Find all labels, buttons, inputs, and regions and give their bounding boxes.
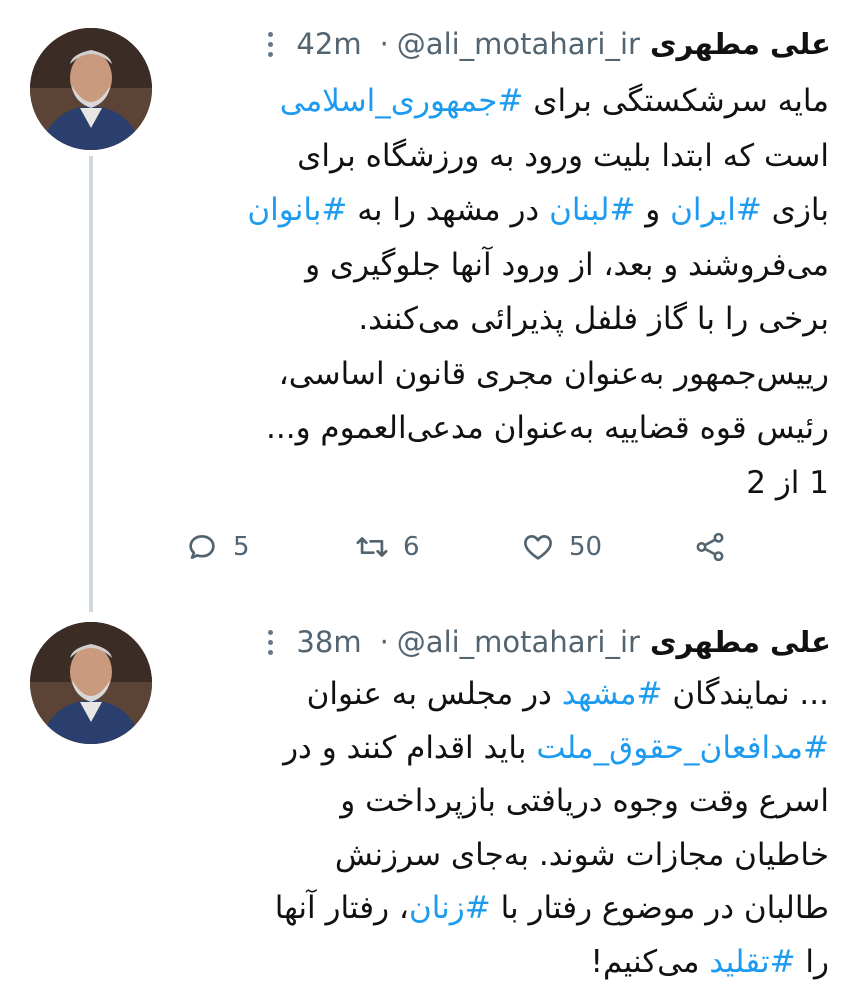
reply-button[interactable]: 5 bbox=[185, 530, 250, 564]
thread-connector bbox=[89, 156, 93, 612]
more-vertical-icon[interactable] bbox=[258, 629, 282, 655]
text-segment: را bbox=[795, 943, 829, 980]
tweet-text-line: #مدافعان_حقوق_ملت باید اقدام کنند و در bbox=[185, 722, 829, 776]
share-icon bbox=[696, 532, 724, 562]
tweet-text-line: رئیس قوه قضاییه به‌عنوان مدعی‌العموم و..… bbox=[185, 401, 829, 456]
hashtag-link[interactable]: #جمهوری_اسلامی bbox=[280, 83, 524, 119]
tweet-text-line: می‌فروشند و بعد، از ورود آنها جلوگیری و bbox=[185, 238, 829, 293]
tweet-1[interactable]: 42m · @ali_motahari_ir علی مطهری مایه سر… bbox=[0, 0, 861, 612]
text-segment: در مجلس به عنوان bbox=[306, 676, 562, 712]
text-segment: می‌کنیم! bbox=[590, 943, 710, 980]
text-segment: و bbox=[635, 192, 671, 228]
text-segment: بازی bbox=[761, 192, 829, 228]
retweet-count: 6 bbox=[403, 532, 420, 562]
avatar-photo bbox=[30, 28, 152, 150]
text-segment: برخی را با گاز فلفل پذیرائی می‌کنند. bbox=[358, 301, 829, 337]
tweet-text-line: ... نمایندگان #مشهد در مجلس به عنوان bbox=[185, 668, 829, 722]
like-count: 50 bbox=[569, 532, 603, 562]
text-segment: باید اقدام کنند و در bbox=[283, 729, 537, 766]
tweet-actions: 5 6 50 bbox=[185, 522, 745, 572]
text-segment: طالبان در موضوع رفتار با bbox=[490, 890, 829, 926]
text-segment: می‌فروشند و بعد، از ورود آنها جلوگیری و bbox=[305, 246, 829, 283]
reply-count: 5 bbox=[233, 532, 250, 562]
hashtag-link[interactable]: #ایران bbox=[670, 192, 762, 228]
tweet-text-line: را #تقلید می‌کنیم! bbox=[185, 936, 829, 990]
more-vertical-icon[interactable] bbox=[258, 31, 282, 57]
hashtag-link[interactable]: #تقلید bbox=[709, 944, 795, 980]
share-button[interactable] bbox=[693, 530, 727, 564]
tweet-text-line: طالبان در موضوع رفتار با #زنان، رفتار آن… bbox=[185, 882, 829, 936]
tweet-text: مایه سرشکستگی برای #جمهوری_اسلامی است که … bbox=[185, 74, 829, 510]
user-handle[interactable]: @ali_motahari_ir bbox=[397, 625, 640, 659]
tweet-text-line: 1 از 2 bbox=[185, 456, 829, 511]
separator: · bbox=[379, 27, 389, 61]
hashtag-link[interactable]: #زنان bbox=[409, 890, 491, 926]
text-segment: ، رفتار آنها bbox=[274, 890, 409, 926]
tweet-text: ... نمایندگان #مشهد در مجلس به عنوان #مدا… bbox=[185, 668, 829, 989]
hashtag-link[interactable]: #مشهد bbox=[562, 676, 663, 712]
tweet-text-line: مایه سرشکستگی برای #جمهوری_اسلامی bbox=[185, 74, 829, 129]
text-segment: 1 از 2 bbox=[746, 464, 829, 501]
tweet-text-line: خاطیان مجازات شوند. به‌جای سرزنش bbox=[185, 829, 829, 883]
tweet-time[interactable]: 42m bbox=[296, 27, 361, 61]
retweet-button[interactable]: 6 bbox=[355, 530, 420, 564]
heart-icon bbox=[524, 535, 552, 560]
user-handle[interactable]: @ali_motahari_ir bbox=[397, 27, 640, 61]
hashtag-link[interactable]: #بانوان bbox=[247, 192, 347, 228]
text-segment: در مشهد را به bbox=[347, 192, 550, 228]
text-segment: ... نمایندگان bbox=[662, 676, 829, 712]
avatar-photo bbox=[30, 622, 152, 744]
tweet-text-line: رییس‌جمهور به‌عنوان مجری قانون اساسی، bbox=[185, 347, 829, 402]
text-segment: رئیس قوه قضاییه به‌عنوان مدعی‌العموم و..… bbox=[266, 410, 829, 446]
hashtag-link[interactable]: #مدافعان_حقوق_ملت bbox=[536, 730, 829, 766]
display-name[interactable]: علی مطهری bbox=[650, 27, 831, 61]
avatar[interactable] bbox=[30, 28, 152, 150]
tweet-text-line: است که ابتدا بلیت ورود به ورزشگاه برای bbox=[185, 129, 829, 184]
text-segment: خاطیان مجازات شوند. به‌جای سرزنش bbox=[334, 836, 829, 873]
like-button[interactable]: 50 bbox=[521, 530, 602, 564]
tweet-text-line: اسرع وقت وجوه دریافتی بازپرداخت و bbox=[185, 775, 829, 829]
retweet-icon bbox=[356, 537, 388, 557]
text-segment: مایه سرشکستگی برای bbox=[523, 83, 829, 119]
reply-icon bbox=[189, 535, 215, 559]
tweet-header: 42m · @ali_motahari_ir علی مطهری bbox=[175, 22, 831, 66]
text-segment: رییس‌جمهور به‌عنوان مجری قانون اساسی، bbox=[278, 355, 829, 392]
display-name[interactable]: علی مطهری bbox=[650, 625, 831, 659]
text-segment: است که ابتدا بلیت ورود به ورزشگاه برای bbox=[297, 137, 829, 174]
tweet-text-line: برخی را با گاز فلفل پذیرائی می‌کنند. bbox=[185, 292, 829, 347]
hashtag-link[interactable]: #لبنان bbox=[549, 192, 635, 228]
tweet-time[interactable]: 38m bbox=[296, 625, 361, 659]
avatar[interactable] bbox=[30, 622, 152, 744]
text-segment: اسرع وقت وجوه دریافتی بازپرداخت و bbox=[340, 783, 829, 819]
separator: · bbox=[379, 625, 389, 659]
tweet-text-line: بازی #ایران و #لبنان در مشهد را به #بانو… bbox=[185, 183, 829, 238]
tweet-header: 38m · @ali_motahari_ir علی مطهری bbox=[175, 620, 831, 664]
